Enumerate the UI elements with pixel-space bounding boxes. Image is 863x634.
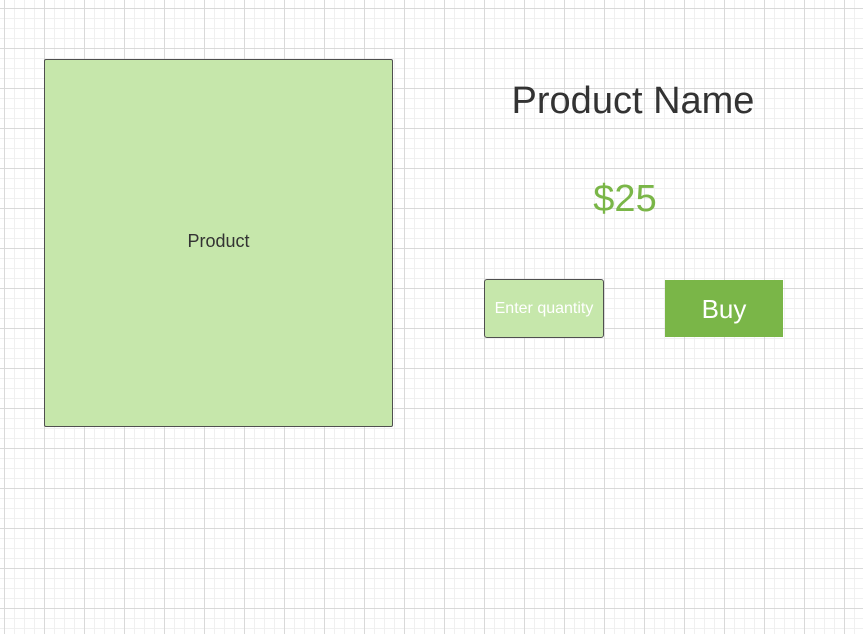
product-image-placeholder: Product	[44, 59, 393, 427]
quantity-input[interactable]	[484, 279, 604, 338]
buy-button[interactable]: Buy	[665, 280, 783, 337]
product-name: Product Name	[511, 80, 755, 122]
product-price: $25	[593, 178, 657, 220]
product-image-label: Product	[187, 230, 250, 251]
